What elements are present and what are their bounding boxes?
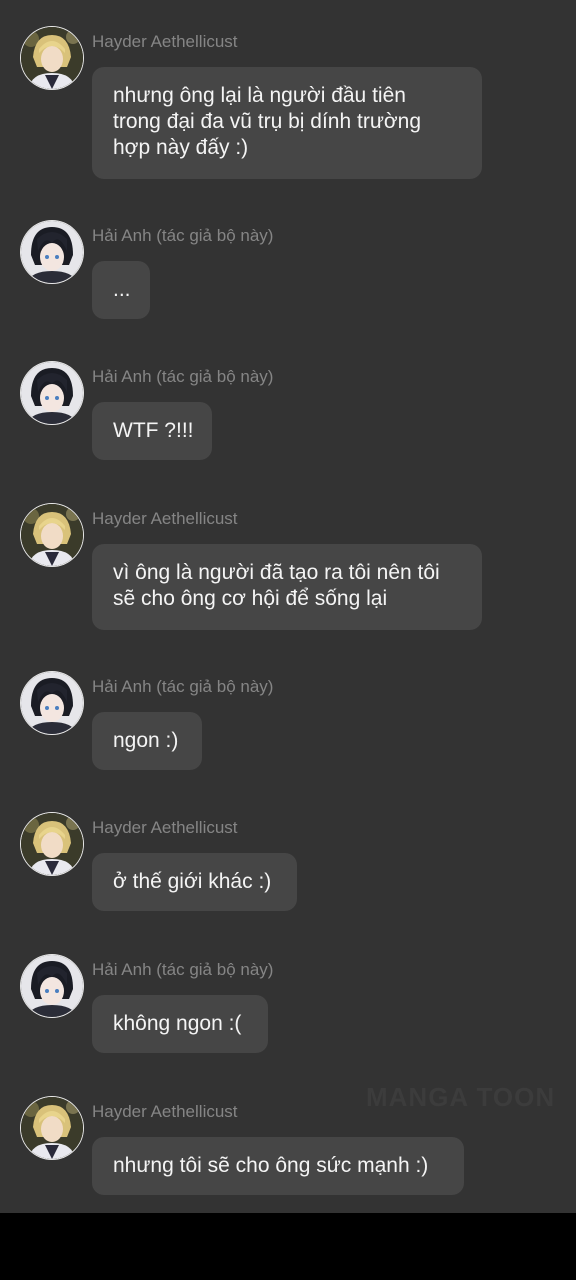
message-text: ở thế giới khác :) [113,870,272,893]
avatar[interactable] [21,813,83,875]
message-bubble[interactable]: không ngon :( [92,995,268,1053]
message-bubble[interactable]: ngon :) [92,712,202,770]
message-text: hợp này đấy :) [113,136,249,159]
message-bubble[interactable]: WTF ?!!! [92,402,212,460]
blonde-knight-avatar [21,504,83,566]
avatar[interactable] [21,504,83,566]
sender-name: Hayder Aethellicust [92,32,238,51]
avatar[interactable] [21,672,83,734]
blonde-knight-avatar [21,27,83,89]
avatar[interactable] [21,27,83,89]
dark-hair-boy-avatar [21,221,83,283]
dark-hair-boy-avatar [21,362,83,424]
message-bubble[interactable]: vì ông là người đã tạo ra tôi nên tôi sẽ… [92,544,482,630]
message-text: không ngon :( [113,1012,242,1035]
blonde-knight-avatar [21,813,83,875]
message-bubble[interactable]: nhưng ông lại là người đầu tiên trong đạ… [92,67,482,179]
sender-name: Hayder Aethellicust [92,818,238,837]
sender-name: Hayder Aethellicust [92,1102,238,1121]
bottom-bar [0,1213,576,1280]
watermark: MANGA TOON [366,1082,556,1112]
sender-name: Hải Anh (tác giả bộ này) [92,677,274,696]
avatar[interactable] [21,362,83,424]
message-text: vì ông là người đã tạo ra tôi nên tôi [113,561,440,584]
avatar[interactable] [21,221,83,283]
message-text: trong đại đa vũ trụ bị dính trường [113,110,422,133]
avatar[interactable] [21,955,83,1017]
sender-name: Hải Anh (tác giả bộ này) [92,960,274,979]
message-bubble[interactable]: ở thế giới khác :) [92,853,297,911]
sender-name: Hải Anh (tác giả bộ này) [92,226,274,245]
dark-hair-boy-avatar [21,672,83,734]
message-bubble[interactable]: ... [92,261,150,319]
dark-hair-boy-avatar [21,955,83,1017]
sender-name: Hải Anh (tác giả bộ này) [92,367,274,386]
blonde-knight-avatar [21,1097,83,1159]
message-text: nhưng ông lại là người đầu tiên [113,84,406,107]
message-text: WTF ?!!! [113,419,194,442]
chat-log[interactable]: Hayder Aethellicust nhưng ông lại là ngư… [0,0,576,1213]
avatar[interactable] [21,1097,83,1159]
message-text: ngon :) [113,729,179,752]
message-text: nhưng tôi sẽ cho ông sức mạnh :) [113,1154,429,1177]
sender-name: Hayder Aethellicust [92,509,238,528]
message-text: ... [113,278,131,301]
message-text: sẽ cho ông cơ hội để sống lại [113,587,388,610]
message-bubble[interactable]: nhưng tôi sẽ cho ông sức mạnh :) [92,1137,464,1195]
